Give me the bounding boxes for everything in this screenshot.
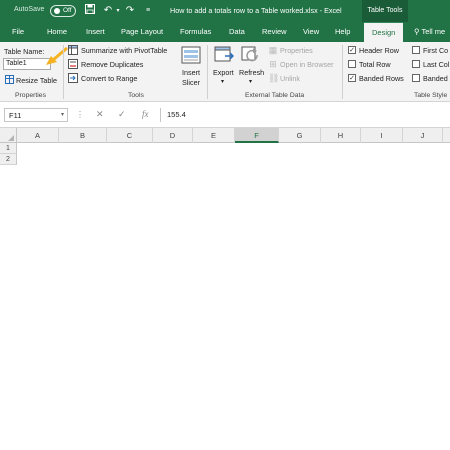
column-header-d[interactable]: D <box>153 128 193 143</box>
column-header-a[interactable]: A <box>17 128 59 143</box>
column-header-g[interactable]: G <box>279 128 321 143</box>
properties-group-label: Properties <box>15 92 46 99</box>
unlink-button[interactable]: Unlink <box>280 74 300 83</box>
formula-input[interactable]: 155.4 <box>160 108 448 122</box>
header-row-checkbox[interactable]: ✓ <box>348 46 356 54</box>
last-column-checkbox[interactable] <box>412 60 420 68</box>
first-column-label: First Co <box>423 46 449 55</box>
table-tools-context: Table Tools <box>362 0 408 22</box>
column-header-h[interactable]: H <box>321 128 361 143</box>
convert-range-icon[interactable] <box>68 73 78 83</box>
column-header-e[interactable]: E <box>193 128 235 143</box>
summarize-pivottable-button[interactable]: Summarize with PivotTable <box>81 46 167 55</box>
insert-function-icon[interactable]: fx <box>142 109 149 119</box>
cancel-icon[interactable]: ✕ <box>96 109 104 120</box>
tab-review[interactable]: Review <box>262 27 287 36</box>
name-box[interactable]: F11 ▾ <box>4 108 68 122</box>
worksheet-cells[interactable] <box>17 143 450 450</box>
insert-slicer-icon[interactable] <box>181 46 201 64</box>
group-divider <box>63 45 64 99</box>
tab-data[interactable]: Data <box>229 27 245 36</box>
group-divider <box>342 45 343 99</box>
banded-rows-checkbox[interactable]: ✓ <box>348 74 356 82</box>
more-options-icon: ⋮ <box>76 110 84 119</box>
column-header-c[interactable]: C <box>107 128 153 143</box>
banded-rows-label: Banded Rows <box>359 74 404 83</box>
name-box-value: F11 <box>9 111 22 120</box>
table-style-group-label: Table Style <box>414 92 448 99</box>
customize-toolbar-icon[interactable]: ≡ <box>142 4 154 18</box>
annotation-arrow-icon <box>46 46 68 65</box>
resize-table-icon[interactable] <box>4 75 14 85</box>
tab-page-layout[interactable]: Page Layout <box>121 27 163 36</box>
autosave-state: Off <box>63 7 72 14</box>
column-header-j[interactable]: J <box>403 128 443 143</box>
lightbulb-icon: ⚲ <box>414 27 420 36</box>
pivottable-icon[interactable] <box>68 45 78 55</box>
banded-columns-checkbox[interactable] <box>412 74 420 82</box>
export-dropdown-icon[interactable]: ▾ <box>221 78 224 85</box>
properties-button[interactable]: Properties <box>280 46 313 55</box>
insert-slicer-label-1[interactable]: Insert <box>182 68 200 77</box>
tab-help[interactable]: Help <box>335 27 350 36</box>
first-column-checkbox[interactable] <box>412 46 420 54</box>
column-header-f[interactable]: F <box>235 128 279 143</box>
total-row-label: Total Row <box>359 60 391 69</box>
name-box-dropdown-icon[interactable]: ▾ <box>61 111 64 118</box>
save-icon[interactable] <box>84 4 96 18</box>
autosave-label: AutoSave <box>14 6 45 13</box>
column-headers: A B C D E F G H I J <box>0 128 450 143</box>
title-bar: AutoSave Off ↶ ▾ ↷ ≡ How to add a totals… <box>0 0 450 22</box>
tab-design[interactable]: Design <box>364 22 404 42</box>
remove-duplicates-icon[interactable] <box>68 59 78 69</box>
row-header-1[interactable]: 1 <box>0 143 17 154</box>
group-divider <box>207 45 208 99</box>
undo-dropdown-icon[interactable]: ▾ <box>112 4 124 18</box>
insert-slicer-label-2[interactable]: Slicer <box>182 78 200 87</box>
banded-columns-label: Banded <box>423 74 448 83</box>
last-column-label: Last Col <box>423 60 450 69</box>
tab-file[interactable]: File <box>12 27 24 36</box>
tab-insert[interactable]: Insert <box>86 27 105 36</box>
total-row-checkbox[interactable] <box>348 60 356 68</box>
tell-me-search[interactable]: ⚲ Tell me <box>414 27 445 36</box>
tab-formulas[interactable]: Formulas <box>180 27 211 36</box>
refresh-icon[interactable] <box>241 46 261 64</box>
unlink-icon[interactable]: ⛓ <box>268 73 279 83</box>
column-header-i[interactable]: I <box>361 128 403 143</box>
toggle-knob <box>54 8 60 14</box>
tools-group-label: Tools <box>128 92 144 99</box>
header-row-label: Header Row <box>359 46 399 55</box>
ribbon-design: Table Name: Table1 Resize Table Properti… <box>0 42 450 102</box>
select-all-icon <box>8 135 14 141</box>
convert-to-range-button[interactable]: Convert to Range <box>81 74 137 83</box>
open-browser-icon[interactable]: ⊞ <box>268 59 278 69</box>
tab-home[interactable]: Home <box>47 27 67 36</box>
tell-me-label: Tell me <box>421 27 446 36</box>
refresh-button[interactable]: Refresh <box>239 68 264 77</box>
tab-view[interactable]: View <box>303 27 319 36</box>
export-icon[interactable] <box>214 46 235 64</box>
external-data-group-label: External Table Data <box>245 92 305 99</box>
open-in-browser-button[interactable]: Open in Browser <box>280 60 334 69</box>
refresh-dropdown-icon[interactable]: ▾ <box>249 78 252 85</box>
formula-bar: F11 ▾ ⋮ ✕ ✓ fx 155.4 <box>0 102 450 128</box>
remove-duplicates-button[interactable]: Remove Duplicates <box>81 60 143 69</box>
properties-icon[interactable]: ▦ <box>268 45 278 55</box>
row-header-2[interactable]: 2 <box>0 154 17 165</box>
autosave-toggle[interactable]: Off <box>50 5 76 17</box>
document-title: How to add a totals row to a Table worke… <box>170 6 342 15</box>
ribbon-tabs: File Home Insert Page Layout Formulas Da… <box>0 22 450 42</box>
table-name-label: Table Name: <box>4 47 45 56</box>
redo-icon[interactable]: ↷ <box>124 4 136 18</box>
select-all-button[interactable] <box>0 128 17 143</box>
export-button[interactable]: Export <box>213 68 234 77</box>
enter-icon[interactable]: ✓ <box>118 109 126 120</box>
column-header-b[interactable]: B <box>59 128 107 143</box>
resize-table-button[interactable]: Resize Table <box>16 76 57 85</box>
